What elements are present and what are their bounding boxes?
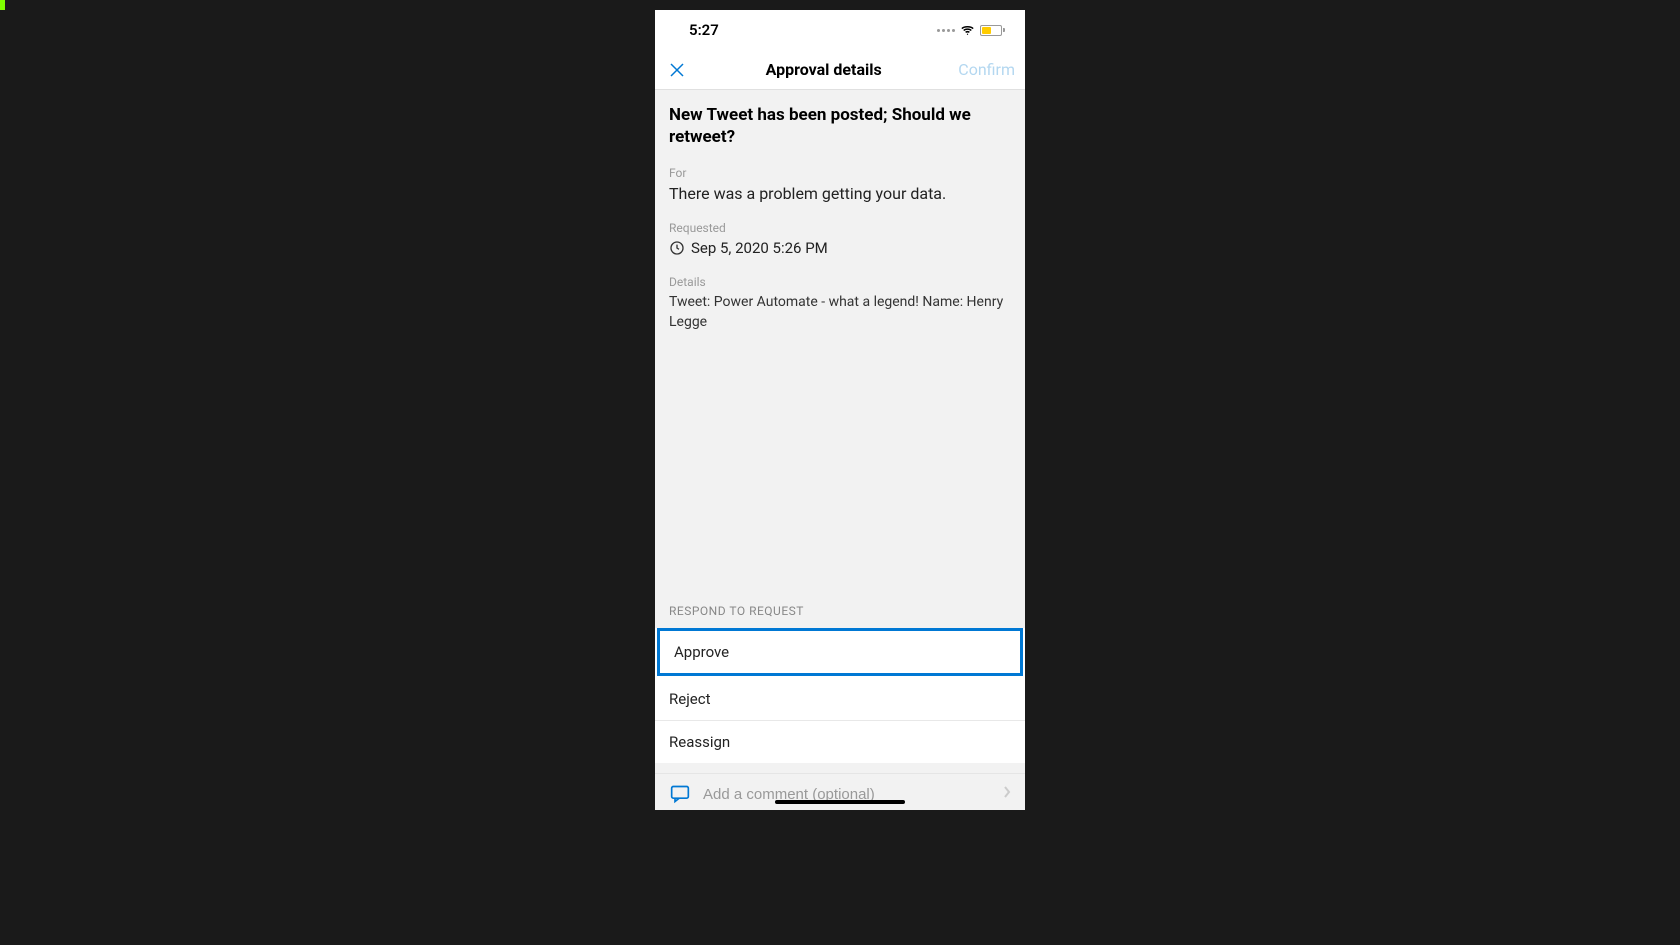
close-button[interactable] (665, 58, 689, 82)
signal-icon (937, 29, 955, 32)
decoration-accent (0, 0, 5, 10)
requested-value: Sep 5, 2020 5:26 PM (691, 239, 828, 257)
status-bar: 5:27 (655, 10, 1025, 50)
nav-bar: Approval details Confirm (655, 50, 1025, 90)
home-indicator (775, 800, 905, 804)
status-icons (937, 23, 1005, 38)
comment-icon (669, 784, 691, 804)
clock-icon (669, 240, 685, 256)
confirm-button[interactable]: Confirm (958, 60, 1015, 79)
comment-bar (655, 773, 1025, 810)
phone-frame: 5:27 A (655, 10, 1025, 810)
reject-option[interactable]: Reject (655, 678, 1025, 721)
for-value: There was a problem getting your data. (669, 184, 1011, 203)
reassign-option[interactable]: Reassign (655, 721, 1025, 763)
details-section: New Tweet has been posted; Should we ret… (655, 90, 1025, 594)
wifi-icon (960, 23, 975, 38)
respond-section: RESPOND TO REQUEST Approve Reject Reassi… (655, 594, 1025, 810)
option-list: Approve Reject Reassign (655, 628, 1025, 763)
battery-icon (980, 25, 1005, 36)
status-time: 5:27 (675, 21, 719, 39)
details-value: Tweet: Power Automate - what a legend! N… (669, 293, 1011, 332)
details-label: Details (669, 275, 1011, 289)
content-area: New Tweet has been posted; Should we ret… (655, 90, 1025, 810)
respond-label: RESPOND TO REQUEST (655, 594, 1025, 626)
approve-option[interactable]: Approve (657, 628, 1023, 676)
requested-row: Sep 5, 2020 5:26 PM (669, 239, 1011, 257)
for-label: For (669, 166, 1011, 180)
chevron-right-icon (1003, 786, 1011, 802)
requested-label: Requested (669, 221, 1011, 235)
page-title: Approval details (766, 60, 882, 79)
approval-title: New Tweet has been posted; Should we ret… (669, 104, 1011, 148)
